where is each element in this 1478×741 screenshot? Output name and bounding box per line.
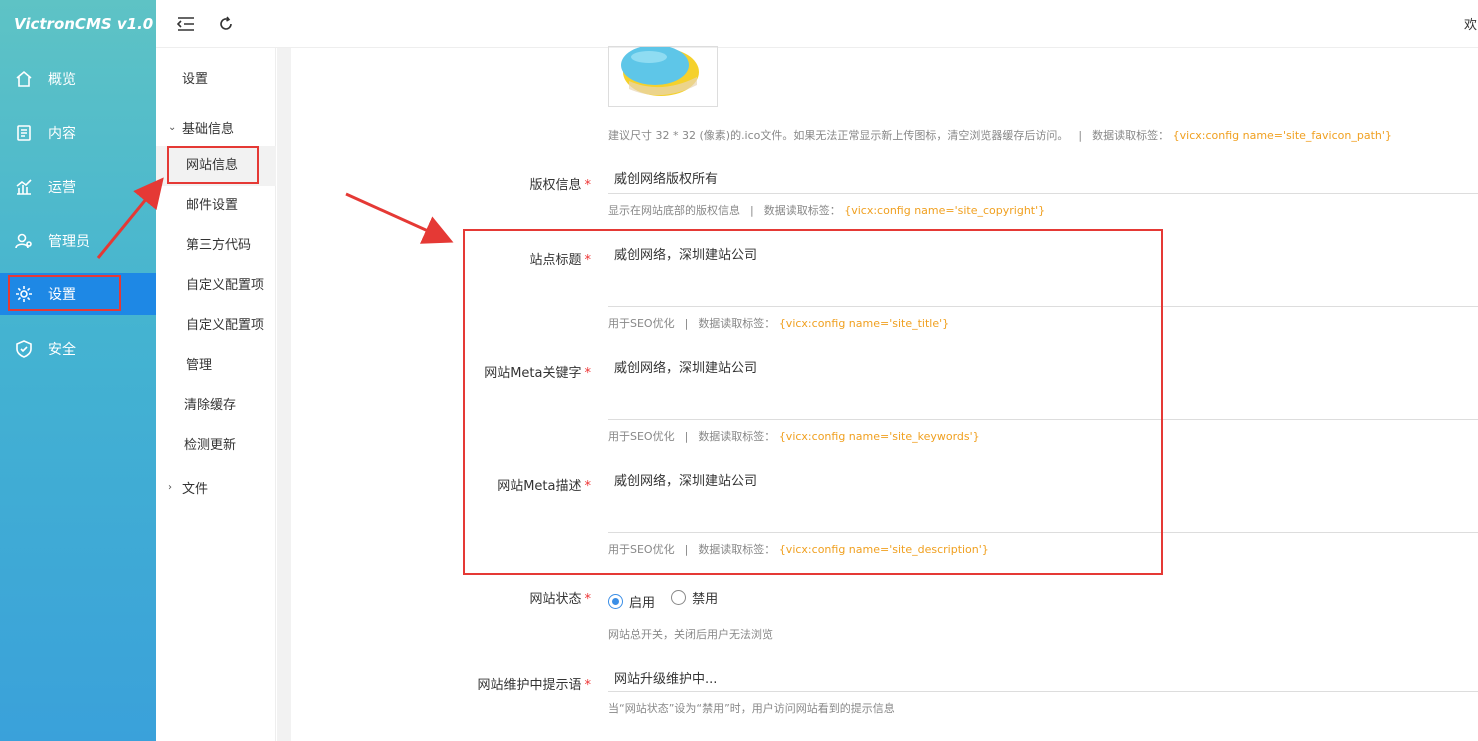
maintenance-input[interactable]: 网站升级维护中... — [608, 668, 1478, 692]
meta-keywords-label: 网站Meta关键字 * — [484, 366, 591, 381]
favicon-tag: {vicx:config name='site_favicon_path'} — [1172, 129, 1392, 142]
maintenance-label: 网站维护中提示语 * — [477, 678, 591, 693]
nav-label: 安全 — [48, 342, 76, 358]
site-status-radios: 启用 禁用 — [608, 588, 730, 611]
app-logo: VictronCMS v1.0 — [14, 15, 154, 33]
site-title-textarea[interactable]: 威创网络，深圳建站公司 — [608, 244, 1478, 307]
submenu-group-label: 基础信息 — [182, 122, 235, 137]
chart-icon — [14, 177, 34, 197]
nav-item-admin[interactable]: 管理员 — [0, 220, 156, 262]
nav-label: 管理员 — [48, 234, 90, 250]
collapse-menu-icon[interactable] — [174, 12, 198, 36]
submenu-item-custom-config[interactable]: 自定义配置项 — [156, 266, 276, 306]
submenu-title: 设置 — [182, 72, 209, 87]
nav-label: 设置 — [48, 287, 76, 303]
main-sidebar: VictronCMS v1.0 概览 内容 运营 管理员 设置 安全 — [0, 0, 156, 741]
chevron-down-icon: ⌄ — [168, 122, 177, 133]
divider-strip — [277, 48, 291, 741]
meta-keywords-hint: 用于SEO优化 | 数据读取标签： {vicx:config name='site_… — [608, 430, 980, 443]
meta-keywords-textarea[interactable]: 威创网络，深圳建站公司 — [608, 357, 1478, 420]
maintenance-hint: 当“网站状态”设为“禁用”时，用户访问网站看到的提示信息 — [608, 702, 895, 715]
site-status-hint: 网站总开关，关闭后用户无法浏览 — [608, 628, 773, 641]
radio-selected-icon — [608, 594, 623, 609]
settings-submenu: 设置 ⌄ 基础信息 网站信息 邮件设置 第三方代码 自定义配置项 自定义配置项 … — [156, 48, 276, 741]
submenu-item-mail[interactable]: 邮件设置 — [156, 186, 276, 226]
favicon-preview[interactable] — [608, 46, 718, 107]
copyright-tag: {vicx:config name='site_copyright'} — [844, 204, 1046, 217]
submenu-item-clear-cache[interactable]: 清除缓存 — [156, 386, 276, 426]
nav-label: 内容 — [48, 126, 76, 142]
copyright-hint: 显示在网站底部的版权信息 | 数据读取标签： {vicx:config name='… — [608, 204, 1046, 217]
meta-keywords-tag: {vicx:config name='site_keywords'} — [778, 430, 980, 443]
meta-desc-hint: 用于SEO优化 | 数据读取标签： {vicx:config name='site_… — [608, 543, 989, 556]
submenu-group-label: 文件 — [182, 482, 209, 497]
submenu-item-manage[interactable]: 管理 — [156, 346, 276, 386]
submenu-group-files[interactable]: › 文件 — [168, 478, 208, 497]
radio-unselected-icon — [671, 590, 687, 605]
favicon-image — [621, 47, 699, 96]
shield-icon — [14, 339, 34, 359]
nav-item-operations[interactable]: 运营 — [0, 166, 156, 208]
site-title-hint: 用于SEO优化 | 数据读取标签： {vicx:config name='site_… — [608, 317, 950, 330]
meta-desc-label: 网站Meta描述 * — [497, 479, 591, 494]
site-title-tag: {vicx:config name='site_title'} — [778, 317, 950, 330]
nav-label: 概览 — [48, 72, 76, 88]
welcome-text: 欢 — [1464, 18, 1478, 33]
home-icon — [14, 69, 34, 89]
submenu-item-check-update[interactable]: 检测更新 — [156, 426, 276, 466]
refresh-icon[interactable] — [214, 12, 238, 36]
submenu-item-site-info[interactable]: 网站信息 — [156, 146, 276, 186]
nav-item-security[interactable]: 安全 — [0, 328, 156, 370]
nav-item-settings[interactable]: 设置 — [0, 273, 156, 315]
chevron-right-icon: › — [168, 482, 172, 493]
status-disabled-radio[interactable]: 禁用 — [671, 588, 718, 607]
submenu-item-custom-config-2[interactable]: 自定义配置项 — [156, 306, 276, 346]
gear-icon — [14, 284, 34, 304]
settings-form: 建议尺寸 32 * 32 (像素)的.ico文件。如果无法正常显示新上传图标，清… — [291, 46, 1478, 741]
status-enabled-radio[interactable]: 启用 — [608, 592, 655, 611]
submenu-item-third-party[interactable]: 第三方代码 — [156, 226, 276, 266]
favicon-hint: 建议尺寸 32 * 32 (像素)的.ico文件。如果无法正常显示新上传图标，清… — [608, 129, 1392, 142]
document-icon — [14, 123, 34, 143]
copyright-label: 版权信息 * — [529, 178, 591, 193]
user-gear-icon — [14, 231, 34, 251]
nav-item-content[interactable]: 内容 — [0, 112, 156, 154]
site-status-label: 网站状态 * — [529, 592, 591, 607]
copyright-input[interactable]: 威创网络版权所有 — [608, 168, 1478, 194]
top-bar: 欢 — [156, 0, 1478, 48]
nav-label: 运营 — [48, 180, 76, 196]
meta-desc-textarea[interactable]: 威创网络，深圳建站公司 — [608, 470, 1478, 533]
submenu-group-basic[interactable]: ⌄ 基础信息 — [168, 118, 234, 137]
meta-desc-tag: {vicx:config name='site_description'} — [778, 543, 989, 556]
site-title-label: 站点标题 * — [529, 253, 591, 268]
nav-item-overview[interactable]: 概览 — [0, 58, 156, 100]
